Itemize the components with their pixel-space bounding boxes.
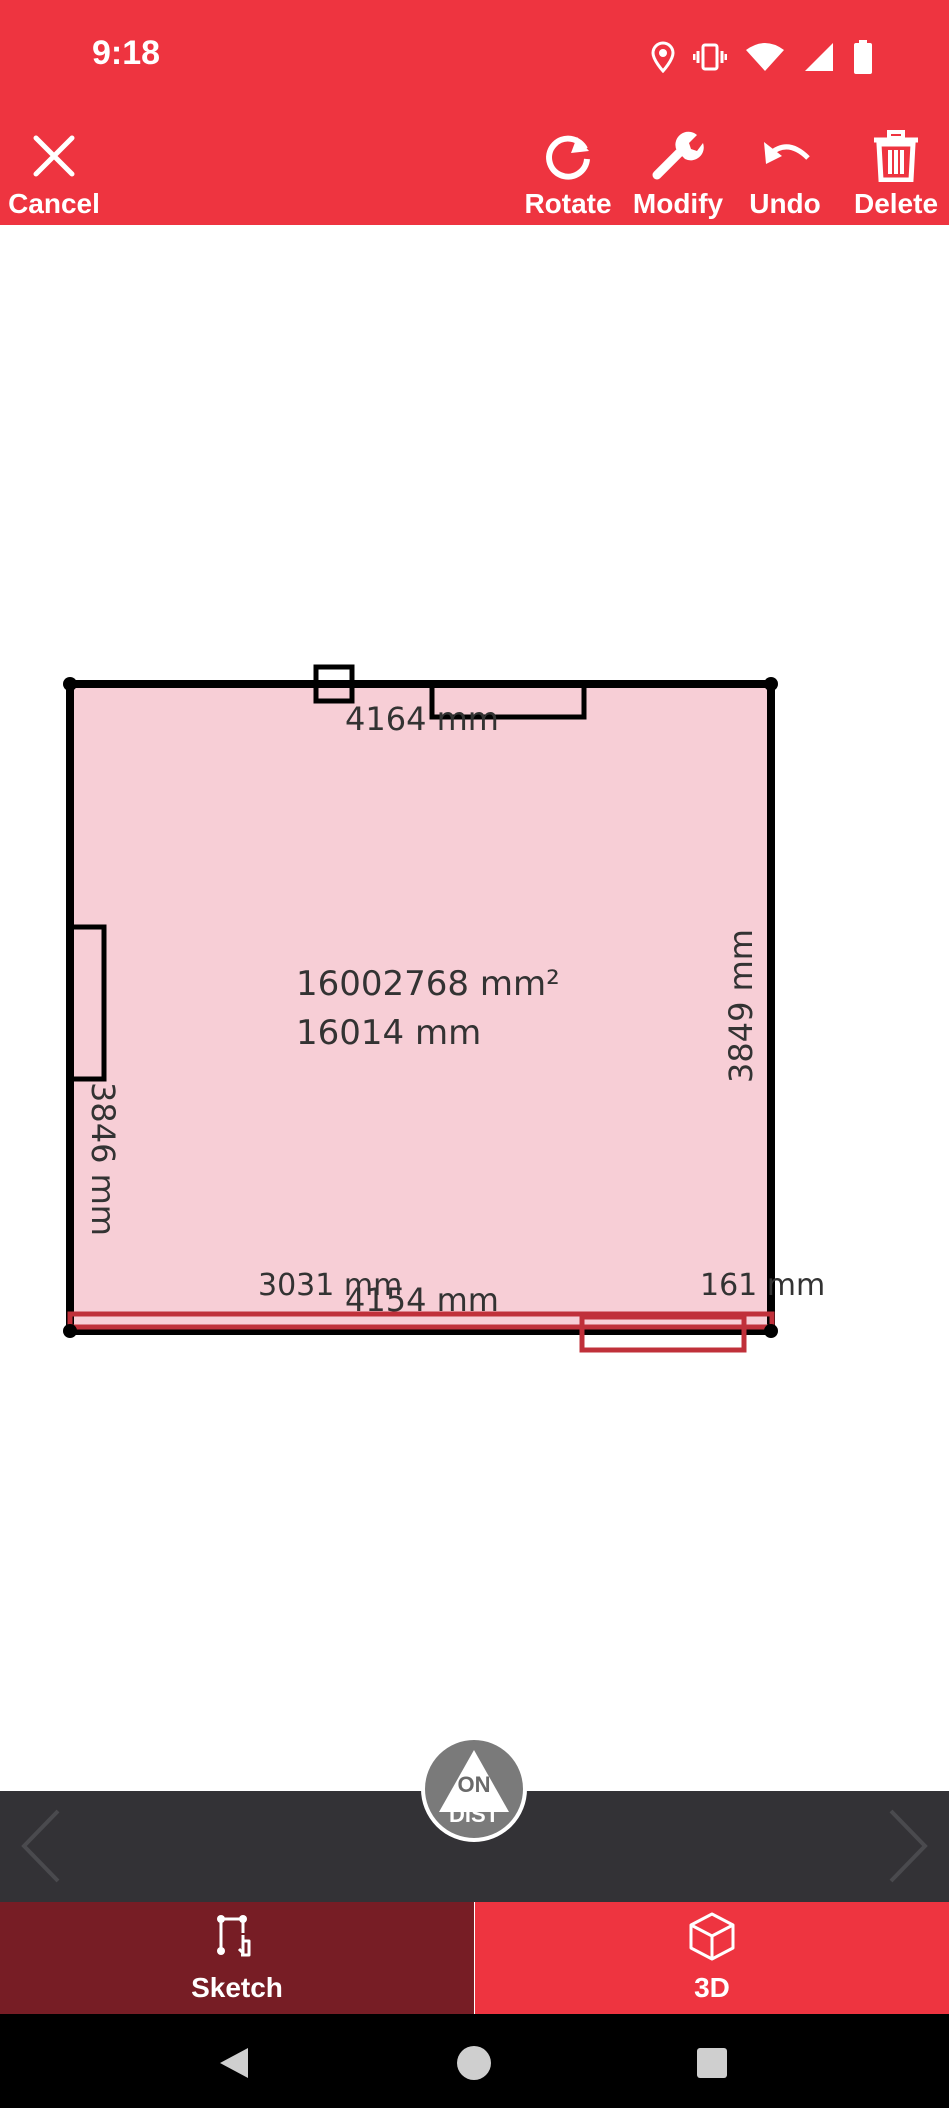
tab-sketch-label: Sketch [191, 1972, 283, 2003]
bottom-tabs: Sketch 3D [0, 1902, 949, 2014]
location-icon [651, 41, 675, 73]
on-label: ON [457, 1772, 491, 1797]
home-icon[interactable] [456, 2045, 492, 2081]
toolbar: Cancel Rotate Modify Undo Delete [0, 118, 949, 225]
bottom-segment-right-length: 161 mm [700, 1268, 825, 1303]
rotate-label: Rotate [524, 188, 612, 219]
undo-button[interactable]: Undo [742, 118, 828, 225]
system-nav-bar [0, 2014, 949, 2108]
corner-node[interactable] [764, 1324, 778, 1338]
on-dist-button[interactable]: ON DIST [421, 1736, 527, 1842]
top-wall-length: 4164 mm [345, 700, 499, 738]
room-area[interactable] [70, 685, 771, 1330]
modify-label: Modify [632, 188, 724, 219]
sketch-icon [217, 1915, 251, 1957]
trash-icon [874, 130, 918, 182]
close-icon [33, 135, 75, 177]
bottom-wall-length: 4154 mm [345, 1281, 499, 1319]
battery-icon [854, 40, 872, 74]
delete-button[interactable]: Delete [846, 118, 946, 225]
delete-label: Delete [853, 188, 939, 219]
rotate-icon [546, 135, 590, 180]
tab-3d-label: 3D [694, 1972, 730, 2003]
status-bar: 9:18 [0, 0, 949, 118]
corner-node[interactable] [63, 1324, 77, 1338]
dist-label: DIST [448, 1802, 500, 1827]
cancel-label: Cancel [8, 188, 100, 219]
perimeter-label: 16014 mm [296, 1013, 481, 1053]
wifi-icon [746, 43, 784, 71]
chevron-left-icon[interactable] [18, 1807, 62, 1885]
undo-label: Undo [749, 188, 821, 219]
tab-sketch[interactable]: Sketch [0, 1902, 474, 2014]
status-icons [651, 40, 873, 74]
left-wall-length: 3846 mm [84, 1082, 122, 1236]
cancel-button[interactable]: Cancel [6, 118, 102, 225]
corner-node[interactable] [764, 677, 778, 691]
back-icon[interactable] [218, 2046, 250, 2080]
modify-button[interactable]: Modify [628, 118, 728, 225]
status-time: 9:18 [92, 34, 161, 72]
rotate-button[interactable]: Rotate [520, 118, 616, 225]
recents-icon[interactable] [697, 2048, 727, 2078]
tab-3d[interactable]: 3D [475, 1902, 949, 2014]
signal-icon [805, 43, 833, 71]
corner-node[interactable] [63, 677, 77, 691]
chevron-right-icon[interactable] [887, 1807, 931, 1885]
floor-plan[interactable]: 4164 mm 16002768 mm² 16014 mm 3849 mm 38… [0, 225, 949, 1791]
vibrate-icon [693, 43, 727, 71]
cube-icon [689, 1912, 735, 1961]
wrench-icon [652, 131, 704, 180]
drawing-canvas[interactable]: 4164 mm 16002768 mm² 16014 mm 3849 mm 38… [0, 225, 949, 1791]
right-wall-length: 3849 mm [722, 929, 760, 1083]
area-label: 16002768 mm² [296, 964, 560, 1004]
undo-icon [764, 142, 810, 164]
